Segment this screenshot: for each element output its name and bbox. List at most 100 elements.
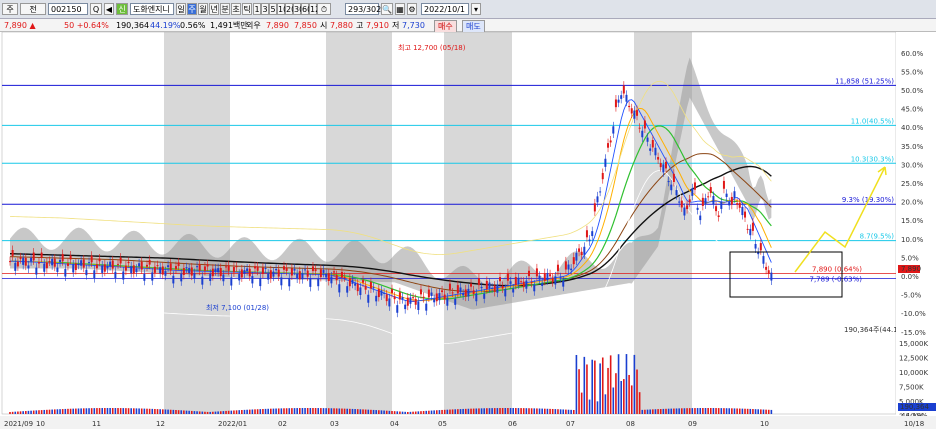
volume-bar-101: [275, 408, 277, 414]
interval-tab-30[interactable]: 30: [293, 3, 304, 15]
period-tab-6[interactable]: 틱: [242, 3, 252, 15]
candle-body-26: [77, 263, 80, 265]
candle-body-192: [514, 276, 517, 285]
candle-body-266: [709, 187, 712, 193]
volume-bar-136: [367, 409, 370, 414]
interval-tab-10[interactable]: 10: [277, 3, 288, 15]
candle-body-10: [35, 267, 38, 275]
volume-bar-3: [17, 411, 19, 414]
volume-bar-243: [649, 409, 651, 414]
volume-bar-51: [143, 408, 146, 414]
candle-body-7: [27, 265, 30, 269]
candle-body-141: [380, 290, 383, 296]
period-tab-2[interactable]: 월: [198, 3, 208, 15]
volume-bar-281: [749, 408, 752, 414]
volume-bar-168: [451, 409, 454, 414]
volume-bar-59: [164, 409, 167, 414]
period-tab-4[interactable]: 분: [220, 3, 230, 15]
volume-bar-39: [111, 408, 114, 414]
candle-body-49: [138, 263, 141, 267]
volume-bar-122: [330, 408, 333, 414]
volume-bar-89: [243, 409, 246, 414]
x-tick-11: 08: [626, 420, 635, 428]
candle-body-253: [675, 190, 678, 196]
period-tab-1[interactable]: 주: [187, 3, 197, 15]
candle-body-20: [61, 253, 64, 262]
period-tab-3[interactable]: 년: [209, 3, 219, 15]
volume-bar-154: [414, 411, 417, 414]
candle-body-109: [296, 273, 299, 279]
volume-bar-114: [309, 408, 312, 414]
interval-tab-60[interactable]: 60: [301, 3, 312, 15]
candle-body-44: [124, 265, 127, 271]
calendar-icon[interactable]: ▾: [471, 3, 481, 15]
volume-bar-207: [554, 409, 557, 414]
candle-body-11: [37, 262, 40, 264]
volume-bar-193: [517, 408, 520, 414]
stock-name-field[interactable]: 도화엔지니: [130, 3, 174, 15]
volume-bar-135: [364, 409, 367, 414]
stock-code-input[interactable]: 002150: [48, 3, 88, 15]
candle-body-98: [267, 273, 270, 280]
period-tab-5[interactable]: 초: [231, 3, 241, 15]
x-tick-14: 10/18: [904, 420, 924, 428]
interval-tab-3[interactable]: 3: [261, 3, 269, 15]
interval-tab-120[interactable]: 120: [309, 3, 325, 15]
vol-tick-2: 10,000K: [899, 369, 928, 377]
volume-bar-76: [209, 411, 212, 414]
x-tick-2: 11: [92, 420, 101, 428]
volume-bar-2: [14, 411, 17, 414]
candle-body-267: [712, 196, 715, 205]
candle-body-198: [530, 281, 533, 283]
pct-tick-15: -15.0%: [901, 329, 926, 337]
volume-bar-161: [433, 410, 435, 414]
candle-body-86: [235, 266, 238, 268]
candle-body-170: [456, 285, 459, 294]
candle-body-174: [467, 288, 470, 297]
volume-bar-20: [61, 409, 64, 414]
clock-icon[interactable]: ⏱: [317, 3, 331, 15]
period-tab-0[interactable]: 일: [176, 3, 186, 15]
volume-bar-98: [267, 408, 269, 414]
settings-icon[interactable]: ⚙: [407, 3, 417, 15]
volume-bar-172: [462, 408, 464, 414]
date-input[interactable]: 2022/10/1: [421, 3, 469, 15]
bar-count-field[interactable]: 293/3025: [345, 3, 386, 15]
candle-body-235: [628, 105, 631, 108]
volume-bar-241: [644, 409, 646, 414]
volume-bar-4: [19, 411, 22, 414]
candle-body-15: [48, 261, 51, 263]
search-icon[interactable]: Q: [90, 3, 102, 15]
volume-bar-75: [206, 411, 209, 414]
candle-body-265: [707, 196, 710, 198]
candle-body-1: [11, 250, 14, 257]
volume-bar-77: [212, 411, 214, 414]
volume-bar-213: [570, 409, 572, 414]
candle-body-146: [393, 296, 396, 300]
volume-bar-210: [562, 409, 565, 414]
candle-body-2: [14, 262, 17, 271]
volume-bar-13: [43, 409, 46, 414]
x-tick-1: 10: [36, 420, 45, 428]
candle-body-281: [749, 228, 752, 236]
volume-bar-90: [246, 409, 248, 414]
interval-tab-1[interactable]: 1: [253, 3, 261, 15]
price-chart[interactable]: 11,858 (51.25%)11.0(40.5%)10.3(30.3%)9.3…: [0, 32, 936, 429]
menu-button[interactable]: 주: [2, 3, 18, 15]
volume-bar-125: [338, 408, 341, 414]
candle-body-240: [641, 130, 644, 138]
volume-bar-112: [304, 408, 306, 414]
volume-bar-267: [712, 408, 715, 414]
volume-bar-157: [422, 411, 425, 414]
volume-bar-6: [25, 411, 27, 414]
interval-tab-20[interactable]: 20: [285, 3, 296, 15]
volume-bar-126: [341, 408, 343, 414]
interval-tab-5[interactable]: 5: [269, 3, 277, 15]
market-select[interactable]: 전: [20, 3, 46, 15]
prev-stock-button[interactable]: ◀: [104, 3, 114, 15]
candle-body-186: [499, 277, 502, 282]
zoom-icon[interactable]: 🔍: [381, 3, 393, 15]
candle-body-68: [188, 267, 191, 274]
candle-body-257: [686, 205, 689, 210]
grid-icon[interactable]: ▦: [395, 3, 405, 15]
